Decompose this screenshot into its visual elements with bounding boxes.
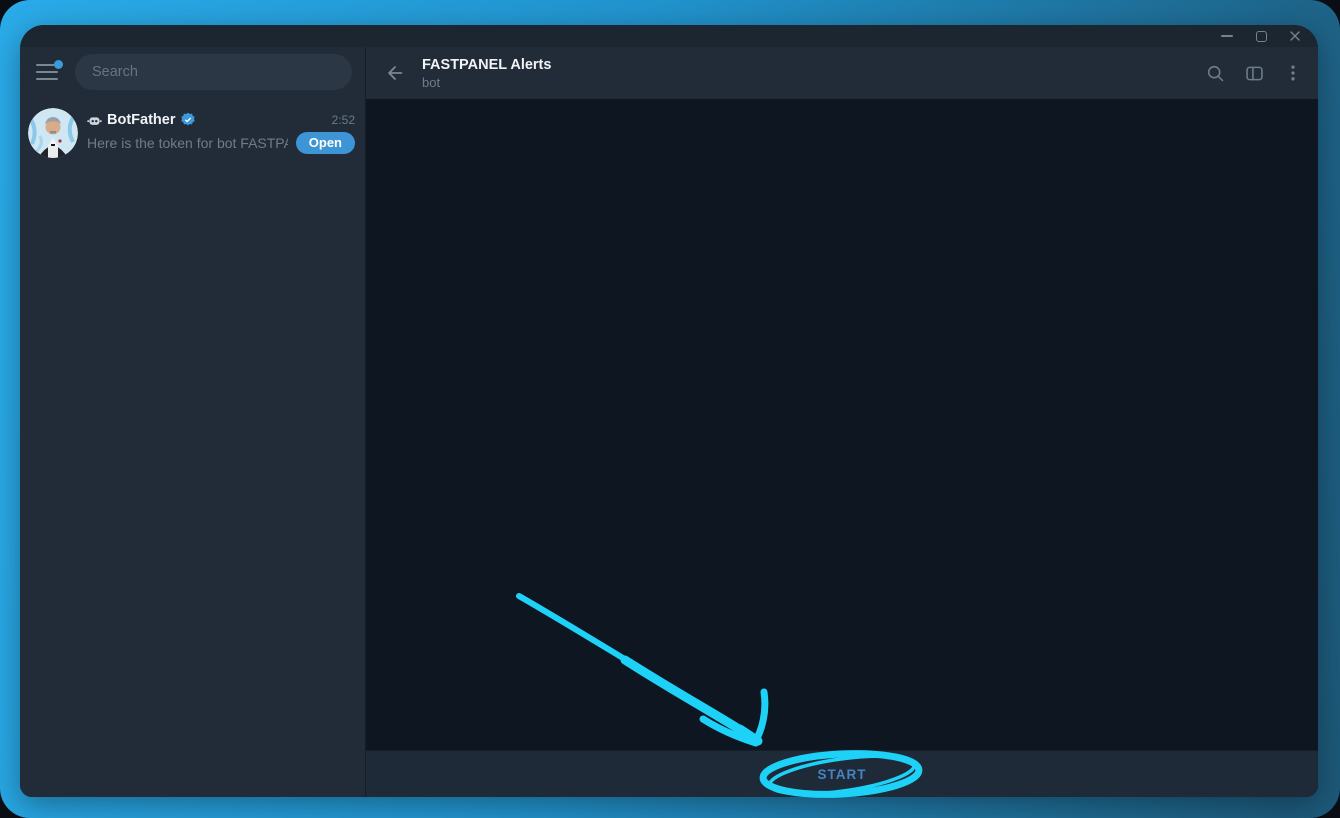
sidebar-toggle-icon [1244,63,1265,84]
chat-list-sidebar: BotFather 2:52 Here is t [20,47,366,797]
search-field-wrapper [75,54,352,90]
close-button[interactable] [1278,25,1312,47]
maximize-icon [1256,31,1267,42]
search-input[interactable] [92,64,335,80]
chat-panel: FASTPANEL Alerts bot [366,47,1318,797]
search-icon [1205,63,1226,84]
unread-indicator-dot [54,60,63,69]
chat-search-button[interactable] [1200,58,1230,88]
maximize-button[interactable] [1244,25,1278,47]
chat-header: FASTPANEL Alerts bot [366,47,1318,99]
chat-list-item-botfather[interactable]: BotFather 2:52 Here is t [20,102,365,164]
titlebar [20,25,1318,47]
chat-title: FASTPANEL Alerts [422,57,551,73]
verified-icon [180,112,196,128]
minimize-icon [1221,35,1233,37]
desktop-background: BotFather 2:52 Here is t [0,0,1340,818]
start-button-label: START [818,767,867,782]
minimize-button[interactable] [1210,25,1244,47]
start-bot-button[interactable]: START [366,750,1318,797]
chat-list: BotFather 2:52 Here is t [20,97,365,797]
chat-time: 2:52 [332,113,355,127]
close-icon [1289,30,1301,42]
avatar [28,108,78,158]
back-button[interactable] [380,58,410,88]
back-icon [384,62,406,84]
sidebar-topbar [20,47,365,97]
telegram-window: BotFather 2:52 Here is t [20,25,1318,797]
main-menu-button[interactable] [36,64,60,80]
open-bot-button[interactable]: Open [296,132,355,154]
main-content: BotFather 2:52 Here is t [20,47,1318,797]
bot-icon [87,113,102,128]
kebab-icon [1283,63,1303,83]
chat-name: BotFather [107,112,175,128]
chat-header-actions [1200,58,1308,88]
chat-subtitle: bot [422,75,551,90]
chat-menu-button[interactable] [1278,58,1308,88]
sidebar-toggle-button[interactable] [1239,58,1269,88]
chat-message-preview: Here is the token for bot FASTPA... [87,135,288,151]
chat-title-block: FASTPANEL Alerts bot [422,57,551,90]
chat-item-text: BotFather 2:52 Here is t [87,112,355,154]
message-area [366,99,1318,750]
